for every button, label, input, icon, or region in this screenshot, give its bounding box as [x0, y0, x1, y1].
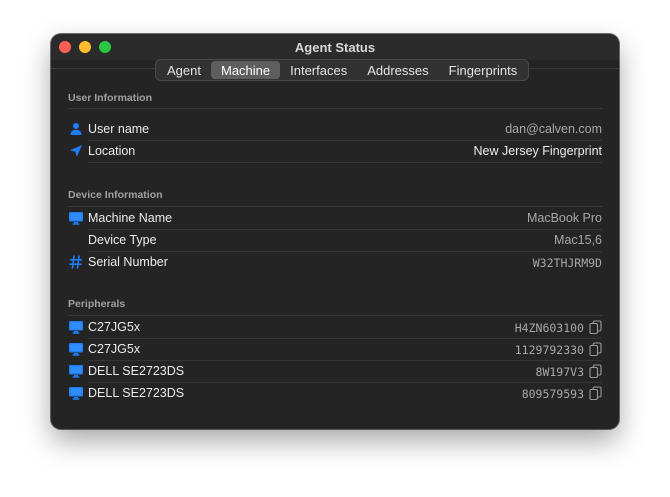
user-information-header: User Information [68, 92, 153, 104]
peripheral-name: DELL SE2723DS [88, 364, 185, 378]
copy-icon[interactable] [589, 320, 602, 335]
peripheral-serial: 809579593 [521, 387, 584, 401]
monitor-icon [69, 343, 83, 356]
peripheral-row: DELL SE2723DS 809579593 [68, 383, 602, 405]
machine-name-value: MacBook Pro [526, 211, 602, 225]
machine-name-label: Machine Name [88, 211, 173, 225]
peripherals-header: Peripherals [68, 298, 126, 310]
peripheral-row: C27JG5x 1129792330 [68, 339, 602, 361]
tab-fingerprints[interactable]: Fingerprints [439, 61, 528, 79]
username-label: User name [88, 122, 150, 136]
peripheral-name: DELL SE2723DS [88, 386, 185, 400]
peripheral-row: C27JG5x H4ZN603100 [68, 317, 602, 339]
monitor-icon [69, 321, 83, 334]
peripheral-name: C27JG5x [88, 342, 141, 356]
device-type-label: Device Type [88, 233, 157, 247]
copy-icon[interactable] [589, 342, 602, 357]
hash-icon [69, 255, 83, 269]
peripheral-serial: H4ZN603100 [514, 321, 584, 335]
peripheral-serial: 1129792330 [514, 343, 584, 357]
username-row: User name dan@calven.com [68, 119, 602, 141]
device-information-header: Device Information [68, 189, 163, 201]
tab-machine[interactable]: Machine [210, 61, 281, 79]
window-title: Agent Status [294, 40, 376, 55]
location-value: New Jersey Fingerprint [473, 144, 602, 158]
tab-agent[interactable]: Agent [157, 61, 211, 79]
username-value: dan@calven.com [505, 122, 602, 136]
person-icon [70, 123, 82, 135]
device-type-value: Mac15,6 [554, 233, 602, 247]
serial-number-value: W32THJRM9D [532, 256, 602, 270]
peripheral-name: C27JG5x [88, 320, 141, 334]
section-divider [68, 108, 602, 109]
location-label: Location [88, 144, 136, 158]
tab-bar: Agent Machine Interfaces Addresses Finge… [155, 59, 530, 81]
monitor-icon [69, 387, 83, 400]
tab-addresses[interactable]: Addresses [357, 61, 438, 79]
location-arrow-icon [70, 145, 82, 157]
machine-name-row: Machine Name MacBook Pro [68, 208, 602, 230]
monitor-icon [69, 365, 83, 378]
copy-icon[interactable] [589, 364, 602, 379]
peripheral-row: DELL SE2723DS 8W197V3 [68, 361, 602, 383]
row-separator [88, 162, 602, 163]
machine-panel: User Information User name dan@calven.co… [51, 82, 619, 429]
section-divider [68, 206, 602, 207]
peripheral-serial: 8W197V3 [535, 365, 584, 379]
section-divider [68, 315, 602, 316]
tab-interfaces[interactable]: Interfaces [280, 61, 357, 79]
monitor-icon [69, 212, 83, 225]
title-bar[interactable]: Agent Status [51, 34, 619, 60]
location-row: Location New Jersey Fingerprint [68, 141, 602, 163]
serial-number-row: Serial Number W32THJRM9D [68, 252, 602, 274]
serial-number-label: Serial Number [88, 255, 168, 269]
agent-status-window: Agent Status Agent Machine Interfaces Ad… [51, 34, 619, 429]
copy-icon[interactable] [589, 386, 602, 401]
device-type-row: Device Type Mac15,6 [68, 230, 602, 252]
